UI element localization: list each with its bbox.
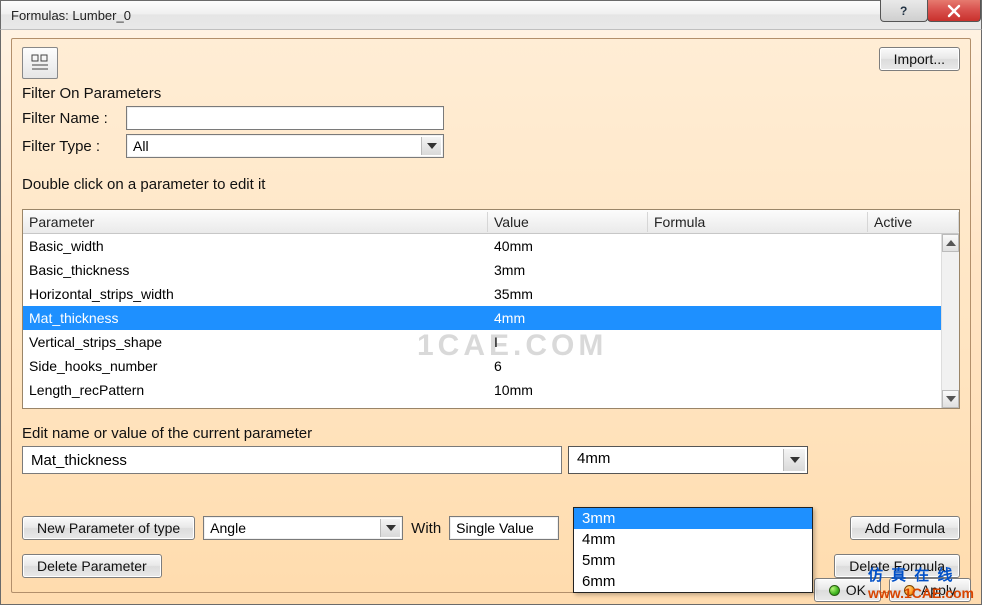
filter-name-input[interactable]: [126, 106, 444, 130]
cell-value: I: [488, 332, 648, 352]
table-row[interactable]: Vertical_strips_shapeI: [23, 330, 959, 354]
cell-parameter: Length_recPattern: [23, 380, 488, 400]
titlebar: Formulas: Lumber_0 ?: [0, 0, 982, 30]
new-parameter-type-select[interactable]: Angle: [203, 516, 403, 540]
cell-formula: [648, 244, 868, 248]
window-title: Formulas: Lumber_0: [11, 8, 131, 23]
cell-value: 10mm: [488, 380, 648, 400]
table-row[interactable]: Side_hooks_number6: [23, 354, 959, 378]
table-row[interactable]: Horizontal_strips_width35mm: [23, 282, 959, 306]
cell-parameter: Basic_width: [23, 236, 488, 256]
chevron-down-icon: [783, 449, 805, 471]
th-parameter[interactable]: Parameter: [23, 212, 488, 232]
brand-url: www.1CAE.com: [868, 585, 974, 601]
new-parameter-type-value: Angle: [210, 520, 246, 536]
table-body: Basic_width40mmBasic_thickness3mmHorizon…: [23, 234, 959, 402]
with-select[interactable]: Single Value: [449, 516, 559, 540]
table-row[interactable]: Mat_thickness4mm: [23, 306, 959, 330]
filter-type-value: All: [133, 138, 149, 154]
cell-formula: [648, 364, 868, 368]
th-formula[interactable]: Formula: [648, 212, 868, 232]
table-row[interactable]: Basic_width40mm: [23, 234, 959, 258]
window-controls: ?: [881, 0, 981, 22]
cell-value: 6: [488, 356, 648, 376]
svg-text:?: ?: [900, 4, 907, 18]
dialog-footer: OK Apply: [11, 578, 971, 602]
scroll-up-icon[interactable]: [942, 234, 959, 252]
chevron-down-icon: [380, 519, 400, 537]
branding: 仿 真 在 线 www.1CAE.com: [868, 564, 974, 603]
dropdown-option[interactable]: 3mm: [574, 508, 812, 529]
help-button[interactable]: ?: [880, 0, 928, 22]
dialog-inner: Import... Filter On Parameters Filter Na…: [11, 38, 971, 593]
cell-formula: [648, 340, 868, 344]
delete-parameter-button[interactable]: Delete Parameter: [22, 554, 162, 578]
filter-heading: Filter On Parameters: [22, 85, 960, 102]
filter-name-label: Filter Name :: [22, 110, 120, 127]
ok-label: OK: [846, 582, 866, 598]
chevron-down-icon: [421, 137, 441, 155]
cell-value: 3mm: [488, 260, 648, 280]
new-parameter-button[interactable]: New Parameter of type: [22, 516, 195, 540]
with-value: Single Value: [456, 520, 534, 536]
toolbar-icon[interactable]: [22, 47, 58, 79]
cell-value: 40mm: [488, 236, 648, 256]
dropdown-option[interactable]: 6mm: [574, 571, 812, 592]
scroll-down-icon[interactable]: [942, 390, 959, 408]
th-value[interactable]: Value: [488, 212, 648, 232]
with-label: With: [411, 520, 441, 537]
cell-value: 4mm: [488, 308, 648, 328]
edit-heading: Edit name or value of the current parame…: [22, 425, 960, 442]
cell-formula: [648, 292, 868, 296]
table-row[interactable]: Length_recPattern10mm: [23, 378, 959, 402]
dropdown-option[interactable]: 5mm: [574, 550, 812, 571]
edit-value-dropdown[interactable]: 3mm4mm5mm6mm: [573, 507, 813, 593]
edit-value-text: 4mm: [569, 447, 807, 470]
close-button[interactable]: [927, 0, 981, 22]
filter-type-label: Filter Type :: [22, 138, 120, 155]
table-row[interactable]: Basic_thickness3mm: [23, 258, 959, 282]
th-active[interactable]: Active: [868, 212, 959, 232]
cell-parameter: Vertical_strips_shape: [23, 332, 488, 352]
cell-parameter: Side_hooks_number: [23, 356, 488, 376]
cell-value: 35mm: [488, 284, 648, 304]
dropdown-option[interactable]: 4mm: [574, 529, 812, 550]
table-header: Parameter Value Formula Active: [23, 210, 959, 234]
edit-name-input[interactable]: [22, 446, 562, 474]
cell-formula: [648, 388, 868, 392]
dialog-body: Import... Filter On Parameters Filter Na…: [0, 30, 982, 605]
filter-type-select[interactable]: All: [126, 134, 444, 158]
led-green-icon: [829, 585, 840, 596]
table-hint: Double click on a parameter to edit it: [22, 176, 960, 193]
brand-cn: 仿 真 在 线: [868, 567, 955, 584]
parameter-table: Parameter Value Formula Active Basic_wid…: [22, 209, 960, 409]
cell-parameter: Horizontal_strips_width: [23, 284, 488, 304]
edit-value-select[interactable]: 4mm: [568, 446, 808, 474]
cell-formula: [648, 316, 868, 320]
cell-formula: [648, 268, 868, 272]
table-scrollbar[interactable]: [941, 234, 959, 408]
cell-parameter: Mat_thickness: [23, 308, 488, 328]
import-button[interactable]: Import...: [879, 47, 960, 71]
add-formula-button[interactable]: Add Formula: [850, 516, 960, 540]
cell-parameter: Basic_thickness: [23, 260, 488, 280]
